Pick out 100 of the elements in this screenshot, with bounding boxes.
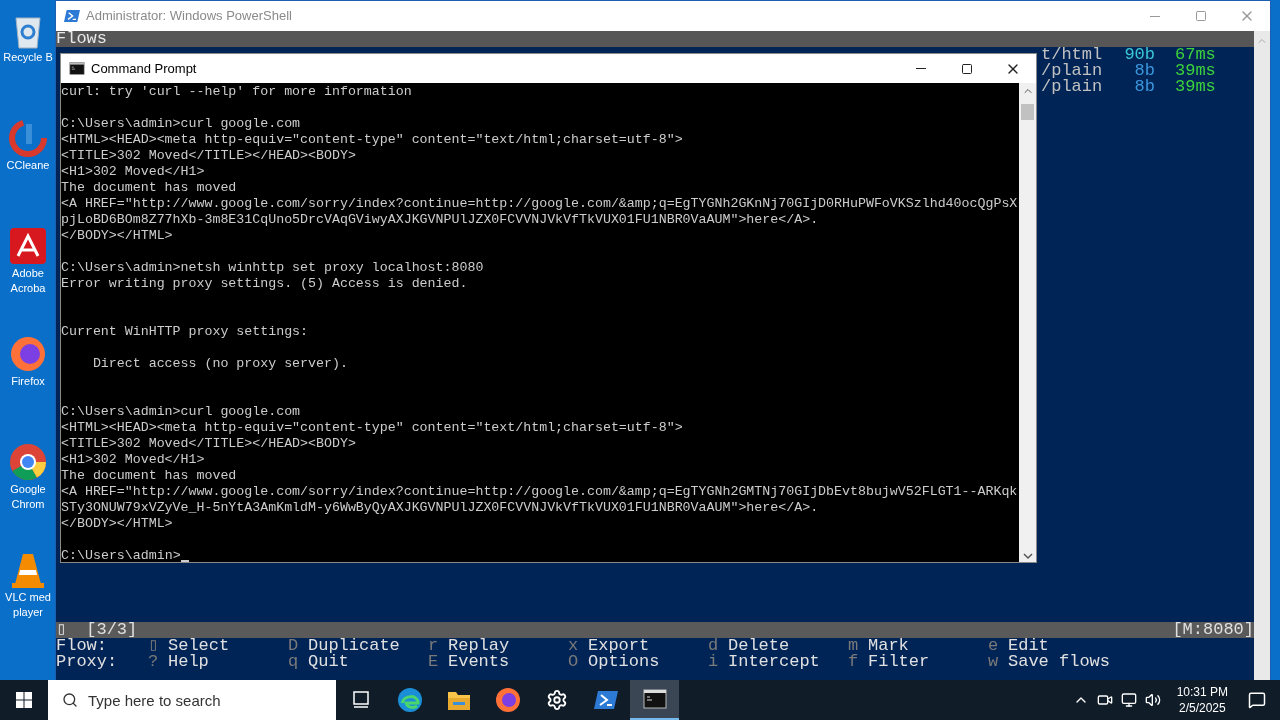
console-line: <A HREF="http://www.google.com/sorry/index?continue=http://google.com/&amp;q=EgTYGNh2GMTNj70GIjDbEvt8bujwV52FLGT1--ARKqk [61,484,1019,500]
shortcut-key: e [988,638,1008,654]
shortcut-action: Export [588,638,650,654]
firefox-icon [494,687,521,713]
shortcut-key: O [568,654,588,670]
folder-icon [446,689,471,711]
settings-icon [545,689,568,711]
shortcut-action: Quit [308,654,349,670]
shortcut-action: Intercept [728,654,820,670]
volume-icon[interactable] [1144,692,1161,708]
minimize-icon [916,68,926,69]
icon-label: Chrom [11,497,45,512]
console-line: </BODY></HTML> [61,228,174,244]
icon-label: player [13,605,43,620]
duration-cell: 67ms [1175,47,1216,63]
icon-label: Acroba [10,281,46,296]
firefox-icon [8,334,48,374]
shortcut-action: Save flows [1008,654,1111,670]
icon-label: Google [10,482,46,497]
console-line: STy3ONUW79xVZyVe_H-5nYtA3AmKmldM-y6WwByQyAXJKGVNPUlJZX0FCVVNJVkVfTkVUX01FU1NBR0VaAUM">here</A>. [61,500,820,516]
chrome-icon [8,442,48,482]
flows-header: Flows [56,31,1254,47]
shortcut-key: d [708,638,728,654]
size-cell-text: 8b [1133,79,1155,95]
console-line: Current WinHTTP proxy settings: [61,324,310,340]
shortcut-action: Options [588,654,660,670]
network-icon[interactable] [1120,692,1137,708]
search-field[interactable]: Type here to search [48,680,336,720]
shortcut-key: E [428,654,448,670]
maximize-icon [961,62,973,75]
console-line: <H1>302 Moved</H1> [61,164,206,180]
console-line: <HTML><HEAD><meta http-equiv="content-type" content="text/html;charset=utf-8"> [61,132,684,148]
clock[interactable]: 10:31 PM 2/5/2025 [1170,684,1234,716]
shortcut-action: Select [168,638,230,654]
content-type-cell-text: /plain [1041,63,1104,79]
shortcut-action: Events [448,654,510,670]
content-type-cell-text: /plain [1041,79,1104,95]
shortcut-action: Mark [868,638,909,654]
taskbar-app[interactable] [630,680,679,720]
console-line: The document has moved [61,468,238,484]
windows-logo-icon [16,692,32,708]
shortcut-action: Replay [448,638,510,654]
scroll-down-icon [1022,552,1033,560]
scroll-thumb [1021,104,1034,120]
shortcut-key: r [428,638,448,654]
shortcut-key: f [848,654,868,670]
console-line: pjLoBD6BOm8Z77hXb-3m8E31CqUno5DrcVAqGViwyAXJKGVNPUlJZX0FCVVNJVkVfTkVUX01FU1NBR0VaAUM">here</A>. [61,212,820,228]
shortcut-key: ? [148,654,168,670]
duration-cell: 39ms [1175,79,1216,95]
powershell-icon [64,9,80,23]
console-line: <A HREF="http://www.google.com/sorry/index?continue=http://google.com/&amp;q=EgTYGNh2GKnNj70GIjD0RHuPWFoVKSzlhd40ocQgPsX [61,196,1019,212]
console-line: Error writing proxy settings. (5) Access is denied. [61,276,469,292]
console-line: C:\Users\admin>curl google.com [61,404,302,420]
console-line: Direct access (no proxy server). [91,356,349,372]
console-prompt: C:\Users\admin> [61,548,181,562]
powershell-icon [593,690,618,710]
shortcut-key: ▯ [148,638,168,654]
shortcut-key: m [848,638,868,654]
console-line: curl: try 'curl --help' for more information [61,84,413,100]
window-title: Administrator: Windows PowerShell [86,7,292,26]
shortcut-key: w [988,654,1008,670]
size-cell-text: 90b [1123,47,1155,63]
keybinding-group: Proxy: [56,654,148,670]
shortcut-action: Edit [1008,638,1049,654]
edge-icon [396,687,423,713]
terminal-icon [642,689,667,709]
console-line: C:\Users\admin>curl google.com [61,116,302,132]
shortcut-key: D [288,638,308,654]
console-line: The document has moved [61,180,238,196]
icon-label: CCleane [6,158,50,173]
shortcut-action: Delete [728,638,790,654]
icon-label: Recycle B [3,50,53,65]
content-type-cell-text: t/html [1041,47,1104,63]
shortcut-key: q [288,654,308,670]
console-line: </BODY></HTML> [61,516,174,532]
maximize-icon [1195,10,1207,22]
text-cursor [180,560,189,562]
flow-count: [3/3] [86,622,138,638]
shortcut-action: Help [168,654,209,670]
search-icon [62,692,78,708]
shortcut-action: Filter [868,654,930,670]
keybinding-group: Flow: [56,638,148,654]
console-line: <HTML><HEAD><meta http-equiv="content-type" content="text/html;charset=utf-8"> [61,420,684,436]
icon-label: Firefox [11,374,45,389]
camera-icon[interactable] [1096,692,1113,708]
status-marker: ▯ [56,622,67,638]
console-line: <TITLE>302 Moved</TITLE></HEAD><BODY> [61,436,357,452]
size-cell-text: 8b [1133,63,1155,79]
console-line: C:\Users\admin>netsh winhttp set proxy localhost:8080 [61,260,485,276]
task-view-icon [350,690,371,710]
console-line: <TITLE>302 Moved</TITLE></HEAD><BODY> [61,148,357,164]
icon-label: VLC med [5,590,51,605]
notification-icon[interactable] [1248,691,1266,709]
shortcut-action: Duplicate [308,638,400,654]
broom-icon [8,118,48,158]
duration-cell: 39ms [1175,63,1216,79]
listen-port: [M:8080] [1172,622,1254,638]
icon-label: Adobe [12,266,44,281]
terminal-icon [69,62,85,75]
shortcut-key: x [568,638,588,654]
